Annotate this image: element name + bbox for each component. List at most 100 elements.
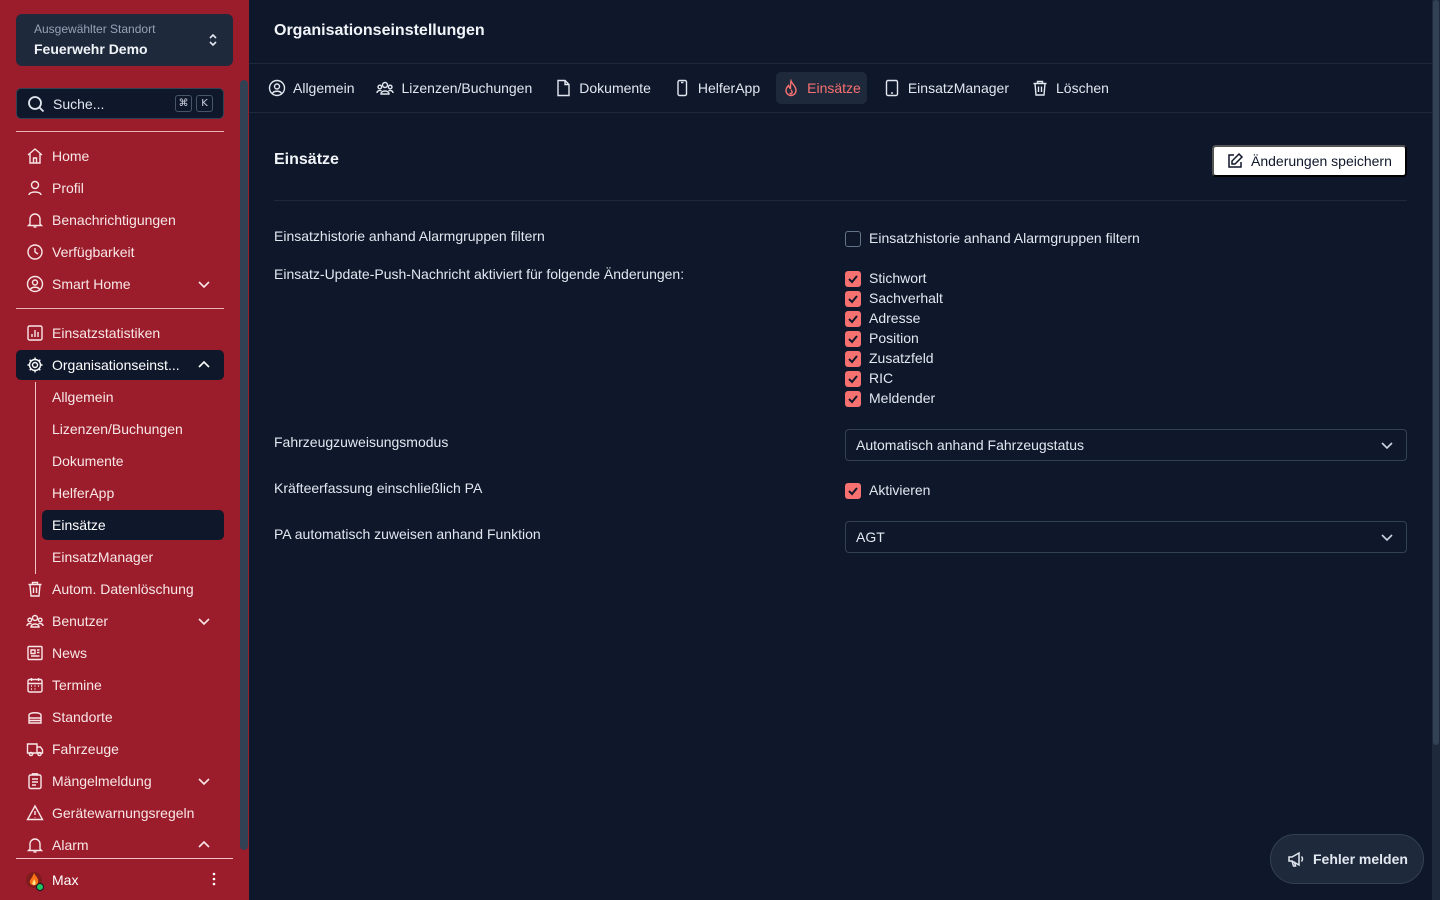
push-option-checkbox-meldender[interactable] xyxy=(845,391,861,407)
main-scrollbar-thumb[interactable] xyxy=(1433,0,1439,745)
phone-icon xyxy=(673,79,691,97)
sidebar-item-benutzer[interactable]: Benutzer xyxy=(16,606,224,636)
chevron-up-icon xyxy=(198,360,210,368)
search-button[interactable]: Suche... ⌘ K xyxy=(16,88,224,119)
tab-label: Lizenzen/Buchungen xyxy=(401,80,533,96)
sidebar-item-verfuegbarkeit[interactable]: Verfügbarkeit xyxy=(16,237,224,267)
sidebar-item-geraetewarnungsregeln[interactable]: Gerätewarnungsregeln xyxy=(16,798,224,828)
filter-history-label: Einsatzhistorie anhand Alarmgruppen filt… xyxy=(274,228,545,244)
sidebar-item-datenloeschung[interactable]: Autom. Datenlöschung xyxy=(16,574,224,604)
clipboard-icon xyxy=(26,772,44,790)
sidebar-item-label: Standorte xyxy=(52,709,113,725)
push-option-label[interactable]: Position xyxy=(869,330,919,346)
sidebar-subitem-lizenzen[interactable]: Lizenzen/Buchungen xyxy=(42,414,224,444)
clock-icon xyxy=(26,243,44,261)
bell-icon xyxy=(26,211,44,229)
tab-label: EinsatzManager xyxy=(907,80,1009,96)
sidebar-item-fahrzeuge[interactable]: Fahrzeuge xyxy=(16,734,224,764)
tab-einsatzmanager[interactable]: EinsatzManager xyxy=(877,72,1015,104)
warning-icon xyxy=(26,804,44,822)
push-option-checkbox-adresse[interactable] xyxy=(845,311,861,327)
save-button[interactable]: Änderungen speichern xyxy=(1212,145,1407,177)
chevron-down-icon xyxy=(198,618,210,626)
submenu-line xyxy=(35,382,36,574)
tab-loeschen[interactable]: Löschen xyxy=(1025,72,1115,104)
sidebar-item-label: Benachrichtigungen xyxy=(52,212,176,228)
pa-auto-assign-label: PA automatisch zuweisen anhand Funktion xyxy=(274,526,541,542)
push-option-label[interactable]: Zusatzfeld xyxy=(869,350,934,366)
location-selector[interactable]: Ausgewählter Standort Feuerwehr Demo xyxy=(16,14,233,66)
sidebar-item-news[interactable]: News xyxy=(16,638,224,668)
chevron-down-icon xyxy=(1381,534,1393,542)
online-status-dot xyxy=(36,882,44,891)
search-label: Suche... xyxy=(53,95,105,112)
sidebar-item-termine[interactable]: Termine xyxy=(16,670,224,700)
sidebar-item-label: Profil xyxy=(52,180,84,196)
sidebar-subitem-einsaetze[interactable]: Einsätze xyxy=(42,510,224,540)
filter-history-checkbox-label[interactable]: Einsatzhistorie anhand Alarmgruppen filt… xyxy=(869,230,1140,246)
sidebar-subitem-label: HelferApp xyxy=(52,485,115,501)
save-button-label: Änderungen speichern xyxy=(1251,153,1392,169)
section-title: Einsätze xyxy=(274,151,339,168)
push-option-label[interactable]: Meldender xyxy=(869,390,935,406)
tab-dokumente[interactable]: Dokumente xyxy=(548,72,657,104)
main-content: Organisationseinstellungen Allgemein Liz… xyxy=(249,0,1432,900)
tab-bar: Allgemein Lizenzen/Buchungen Dokumente H… xyxy=(262,72,1125,104)
push-option-checkbox-sachverhalt[interactable] xyxy=(845,291,861,307)
sidebar-item-maengelmeldung[interactable]: Mängelmeldung xyxy=(16,766,224,796)
newspaper-icon xyxy=(26,644,44,662)
push-option-checkbox-stichwort[interactable] xyxy=(845,271,861,287)
page-title: Organisationseinstellungen xyxy=(274,22,485,39)
main-scrollbar[interactable] xyxy=(1432,0,1440,900)
chevron-up-down-icon xyxy=(209,33,217,47)
more-vertical-icon[interactable] xyxy=(209,871,219,887)
push-option-checkbox-position[interactable] xyxy=(845,331,861,347)
sidebar-subitem-einsatzmanager[interactable]: EinsatzManager xyxy=(42,542,224,572)
push-option-label[interactable]: Sachverhalt xyxy=(869,290,943,306)
avatar xyxy=(26,871,44,891)
push-option-checkbox-zusatzfeld[interactable] xyxy=(845,351,861,367)
user-menu[interactable]: Max xyxy=(16,858,233,900)
tab-einsaetze[interactable]: Einsätze xyxy=(776,72,867,104)
sidebar-subitem-allgemein[interactable]: Allgemein xyxy=(42,382,224,412)
push-option-label[interactable]: Stichwort xyxy=(869,270,927,286)
pa-tracking-checkbox-label[interactable]: Aktivieren xyxy=(869,482,930,498)
pa-tracking-label: Kräfteerfassung einschließlich PA xyxy=(274,480,483,496)
sidebar-item-label: Alarm xyxy=(52,837,89,853)
vehicle-mode-select[interactable]: Automatisch anhand Fahrzeugstatus xyxy=(845,429,1407,461)
tab-helferapp[interactable]: HelferApp xyxy=(667,72,766,104)
sidebar-item-home[interactable]: Home xyxy=(16,141,224,171)
check-icon xyxy=(848,315,858,324)
push-option-checkbox-ric[interactable] xyxy=(845,371,861,387)
sidebar-item-einsatzstatistiken[interactable]: Einsatzstatistiken xyxy=(16,318,224,348)
user-icon xyxy=(26,179,44,197)
pa-auto-assign-select[interactable]: AGT xyxy=(845,521,1407,553)
pa-tracking-checkbox[interactable] xyxy=(845,483,861,499)
check-icon xyxy=(848,487,858,496)
home-icon xyxy=(26,147,44,165)
sidebar-item-profil[interactable]: Profil xyxy=(16,173,224,203)
sidebar-item-organisationseinstellungen[interactable]: Organisationseinst... xyxy=(16,350,224,380)
push-option-label[interactable]: RIC xyxy=(869,370,893,386)
sidebar-item-label: Home xyxy=(52,148,90,164)
sidebar-item-label: Verfügbarkeit xyxy=(52,244,135,260)
sidebar-scrollbar[interactable] xyxy=(240,80,248,850)
tab-label: Löschen xyxy=(1056,80,1109,96)
sidebar-item-alarm[interactable]: Alarm xyxy=(16,830,224,860)
push-option-label[interactable]: Adresse xyxy=(869,310,920,326)
check-icon xyxy=(848,375,858,384)
sidebar-item-smart-home[interactable]: Smart Home xyxy=(16,269,224,299)
report-bug-button[interactable]: Fehler melden xyxy=(1270,834,1424,884)
tab-allgemein[interactable]: Allgemein xyxy=(262,72,360,104)
truck-icon xyxy=(26,740,44,758)
sidebar-subitem-helferapp[interactable]: HelferApp xyxy=(42,478,224,508)
tab-lizenzen[interactable]: Lizenzen/Buchungen xyxy=(370,72,538,104)
tablet-icon xyxy=(883,79,901,97)
sidebar-item-label: Benutzer xyxy=(52,613,109,629)
sidebar-item-standorte[interactable]: Standorte xyxy=(16,702,224,732)
sidebar-subitem-dokumente[interactable]: Dokumente xyxy=(42,446,224,476)
filter-history-checkbox[interactable] xyxy=(845,231,861,247)
megaphone-icon xyxy=(1288,851,1304,867)
sidebar-item-benachrichtigungen[interactable]: Benachrichtigungen xyxy=(16,205,224,235)
chevron-down-icon xyxy=(198,778,210,786)
